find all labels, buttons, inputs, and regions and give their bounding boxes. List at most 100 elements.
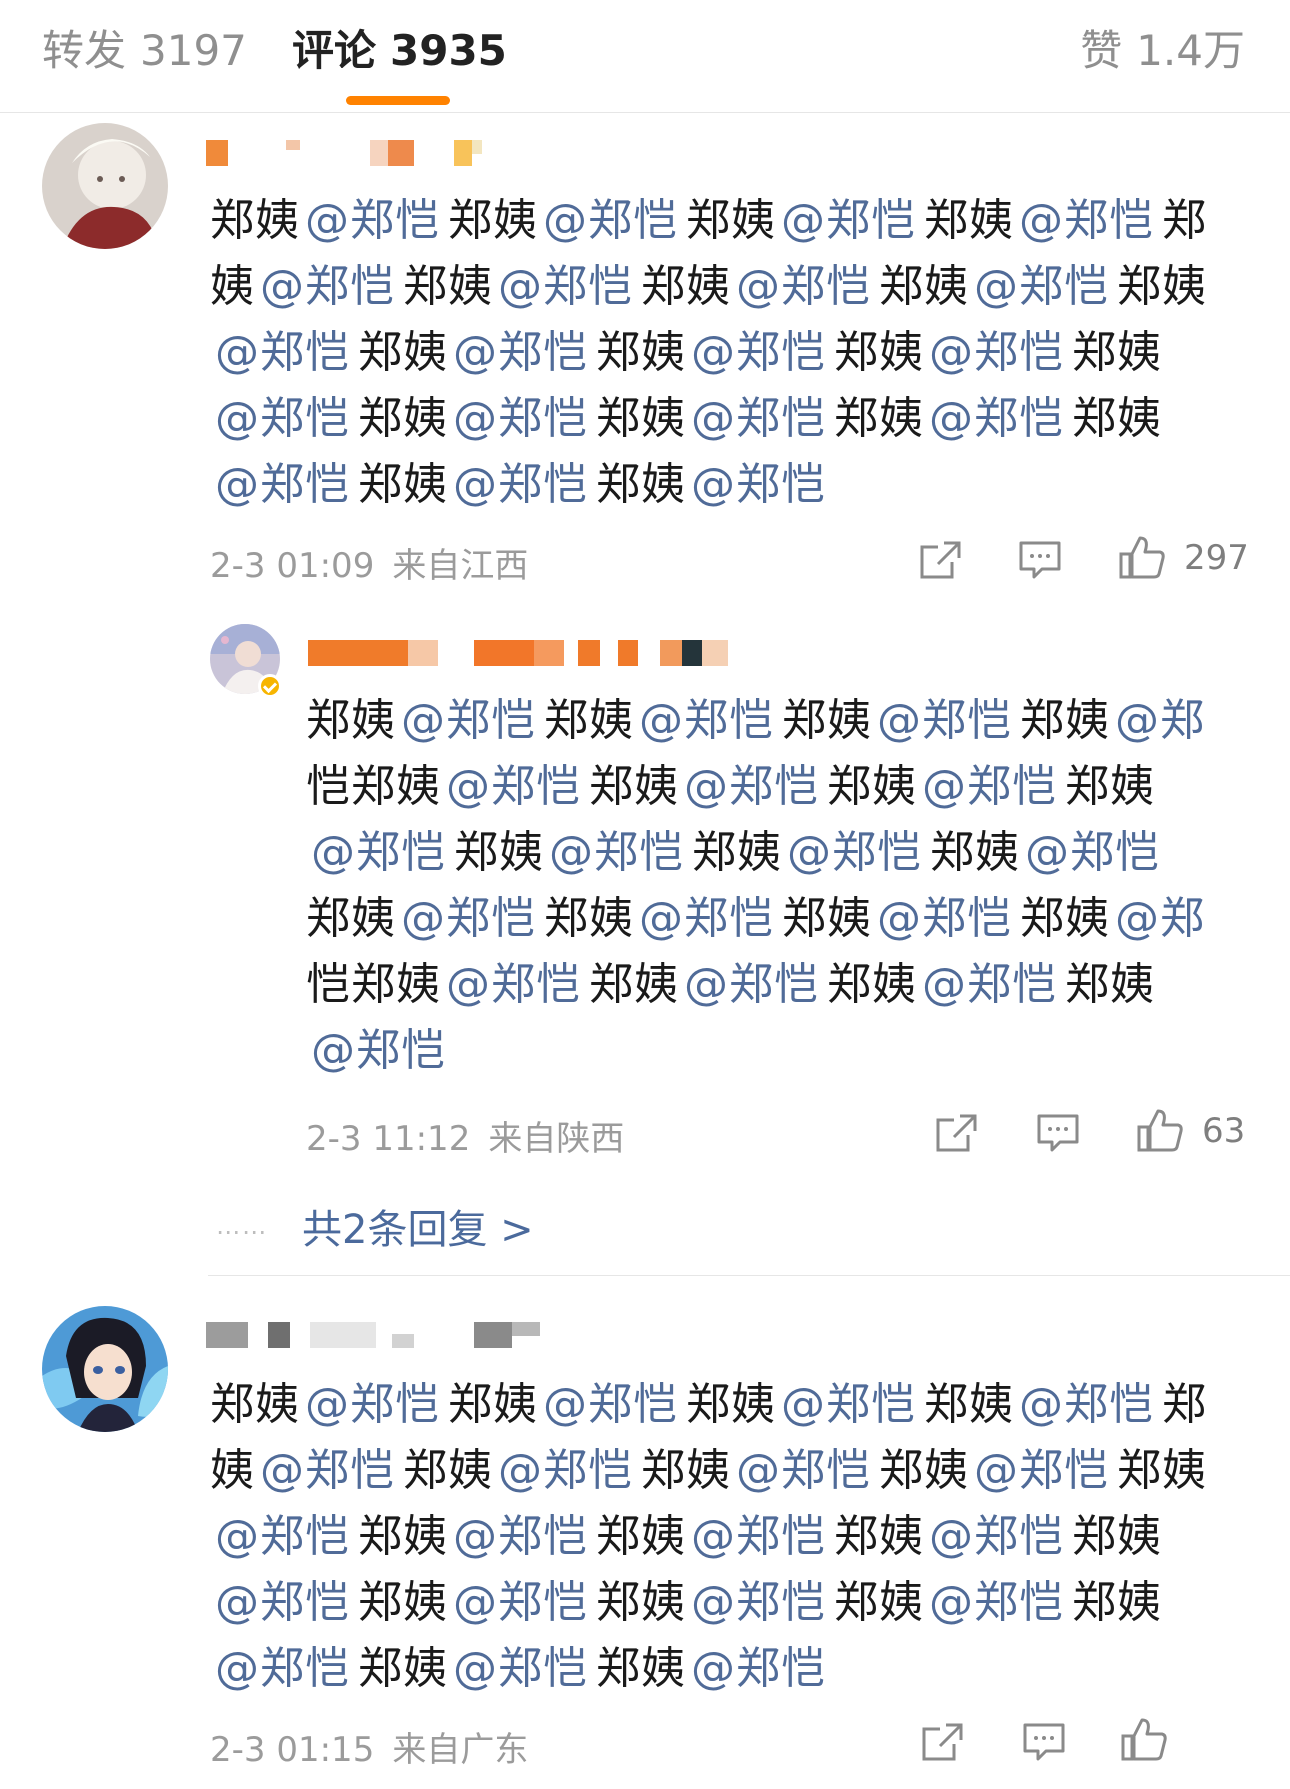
mention-link[interactable]: @郑恺 xyxy=(736,261,871,312)
avatar[interactable] xyxy=(42,1306,168,1432)
mention-link[interactable]: @郑恺 xyxy=(260,1445,395,1496)
mention-link[interactable]: @郑恺 xyxy=(305,195,440,246)
mention-link[interactable]: @郑恺 xyxy=(691,1511,826,1562)
mention-link[interactable]: @郑恺 xyxy=(877,695,1012,746)
mention-link[interactable]: @郑恺 xyxy=(453,1577,588,1628)
text-segment: 郑 xyxy=(1162,195,1207,246)
mention-link[interactable]: @郑恺 xyxy=(974,261,1109,312)
tab-repost[interactable]: 转发 3197 xyxy=(42,26,247,76)
mention-link[interactable]: @郑恺 xyxy=(498,1445,633,1496)
mention-link[interactable]: @郑恺 xyxy=(1019,1379,1154,1430)
mention-link[interactable]: @郑恺 xyxy=(684,761,819,812)
text-segment: 郑姨 xyxy=(641,1445,731,1496)
more-replies-link[interactable]: ⋯⋯ 共2条回复 > xyxy=(216,1197,534,1255)
mention-link[interactable]: @郑恺 xyxy=(974,1445,1109,1496)
mention-link[interactable]: @郑恺 xyxy=(691,393,826,444)
mention-link[interactable]: @郑恺 xyxy=(543,195,678,246)
mention-link[interactable]: @郑恺 xyxy=(781,195,916,246)
text-segment: 郑姨 xyxy=(1020,695,1110,746)
text-segment: 郑姨 xyxy=(834,1511,924,1562)
mention-link[interactable]: @郑恺 xyxy=(684,959,819,1010)
mention-link[interactable]: @郑恺 xyxy=(1025,827,1160,878)
mention-link[interactable]: @郑恺 xyxy=(215,1577,350,1628)
mention-link[interactable]: @郑恺 xyxy=(922,761,1057,812)
text-segment: 郑姨 xyxy=(930,827,1020,878)
text-segment: 郑姨 xyxy=(879,1445,969,1496)
username-mosaic[interactable] xyxy=(308,640,728,666)
mention-link[interactable]: @郑恺 xyxy=(929,1577,1064,1628)
mention-link[interactable]: @郑恺 xyxy=(453,459,588,510)
like-count: 63 xyxy=(1202,1111,1246,1151)
share-icon[interactable] xyxy=(918,540,962,580)
mention-link[interactable]: @郑恺 xyxy=(215,1643,350,1694)
mention-link[interactable]: @郑恺 xyxy=(639,893,774,944)
mention-link[interactable]: @郑恺 xyxy=(498,261,633,312)
mention-link[interactable]: @郑恺 xyxy=(691,1577,826,1628)
mention-link[interactable]: @郑恺 xyxy=(1019,195,1154,246)
mention-link[interactable]: @郑 xyxy=(1115,695,1205,746)
text-segment: 郑姨 xyxy=(358,393,448,444)
mention-link[interactable]: @郑恺 xyxy=(215,327,350,378)
mention-link[interactable]: @郑恺 xyxy=(453,327,588,378)
mention-link[interactable]: @郑恺 xyxy=(260,261,395,312)
text-segment: 郑姨 xyxy=(924,1379,1014,1430)
reply-location: 来自陕西 xyxy=(488,1119,625,1159)
text-segment: 郑姨 xyxy=(448,1379,538,1430)
mention-link[interactable]: @郑恺 xyxy=(305,1379,440,1430)
mention-link[interactable]: @郑恺 xyxy=(215,393,350,444)
mention-link[interactable]: @郑恺 xyxy=(929,1511,1064,1562)
text-segment: 郑姨 xyxy=(596,327,686,378)
tab-like-count: 1.4万 xyxy=(1136,26,1245,75)
mention-link[interactable]: @郑恺 xyxy=(781,1379,916,1430)
share-icon[interactable] xyxy=(920,1722,964,1762)
mention-link[interactable]: @郑恺 xyxy=(549,827,684,878)
text-line: 郑姨 @郑恺 郑姨 @郑恺 郑姨 @郑恺 郑姨 @郑恺郑 xyxy=(210,1372,1250,1438)
comment-meta: 2-3 01:15 来自广东 xyxy=(210,1722,528,1771)
mention-link[interactable]: @郑恺 xyxy=(877,893,1012,944)
avatar[interactable] xyxy=(42,123,168,249)
mention-link[interactable]: @郑恺 xyxy=(639,695,774,746)
text-segment: 郑姨 xyxy=(454,827,544,878)
mention-link[interactable]: @郑恺 xyxy=(453,1643,588,1694)
tab-comment[interactable]: 评论 3935 xyxy=(292,26,507,76)
mention-link[interactable]: @郑恺 xyxy=(736,1445,871,1496)
mention-link[interactable]: @郑恺 xyxy=(446,761,581,812)
mention-link[interactable]: @郑恺 xyxy=(543,1379,678,1430)
username-mosaic[interactable] xyxy=(206,140,486,166)
like-icon[interactable] xyxy=(1118,534,1166,580)
mention-link[interactable]: @郑恺 xyxy=(215,1511,350,1562)
mention-link[interactable]: @郑恺 xyxy=(787,827,922,878)
mention-link[interactable]: @郑恺 xyxy=(929,393,1064,444)
username-mosaic[interactable] xyxy=(206,1322,540,1348)
mention-link[interactable]: @郑恺 xyxy=(929,327,1064,378)
mention-link[interactable]: @郑恺 xyxy=(311,827,446,878)
comment-icon[interactable] xyxy=(1018,540,1062,580)
like-icon[interactable] xyxy=(1120,1716,1168,1762)
mention-link[interactable]: @郑恺 xyxy=(401,893,536,944)
like-icon[interactable] xyxy=(1136,1107,1184,1153)
mention-link[interactable]: @郑恺 xyxy=(922,959,1057,1010)
text-segment: 郑姨 xyxy=(358,327,448,378)
text-segment: 郑姨 xyxy=(834,393,924,444)
text-line: 郑姨 @郑恺 郑姨 @郑恺 郑姨 @郑恺 郑姨 @郑恺郑 xyxy=(210,188,1250,254)
text-line: @郑恺 xyxy=(306,1018,1246,1084)
mention-link[interactable]: @郑恺 xyxy=(401,695,536,746)
mention-link[interactable]: @郑恺 xyxy=(453,1511,588,1562)
comment-icon[interactable] xyxy=(1036,1113,1080,1153)
text-segment: 郑姨 xyxy=(358,1577,448,1628)
mention-link[interactable]: @郑恺 xyxy=(311,1025,446,1076)
comment-icon[interactable] xyxy=(1022,1722,1066,1762)
reply-text: 郑姨 @郑恺 郑姨 @郑恺 郑姨 @郑恺 郑姨 @郑 恺郑姨 @郑恺 郑姨 @郑恺 郑姨 @郑恺 郑姨 @郑恺… xyxy=(306,688,1246,1084)
text-segment: 郑姨 xyxy=(692,827,782,878)
mention-link[interactable]: @郑恺 xyxy=(691,459,826,510)
mention-link[interactable]: @郑恺 xyxy=(215,459,350,510)
mention-link[interactable]: @郑恺 xyxy=(691,327,826,378)
mention-link[interactable]: @郑 xyxy=(1115,893,1205,944)
mention-link[interactable]: @郑恺 xyxy=(446,959,581,1010)
text-segment: 郑姨 xyxy=(351,959,441,1010)
tab-like[interactable]: 赞 1.4万 xyxy=(1080,26,1245,76)
mention-link[interactable]: @郑恺 xyxy=(691,1643,826,1694)
text-segment: 郑 xyxy=(1162,1379,1207,1430)
share-icon[interactable] xyxy=(934,1113,978,1153)
mention-link[interactable]: @郑恺 xyxy=(453,393,588,444)
